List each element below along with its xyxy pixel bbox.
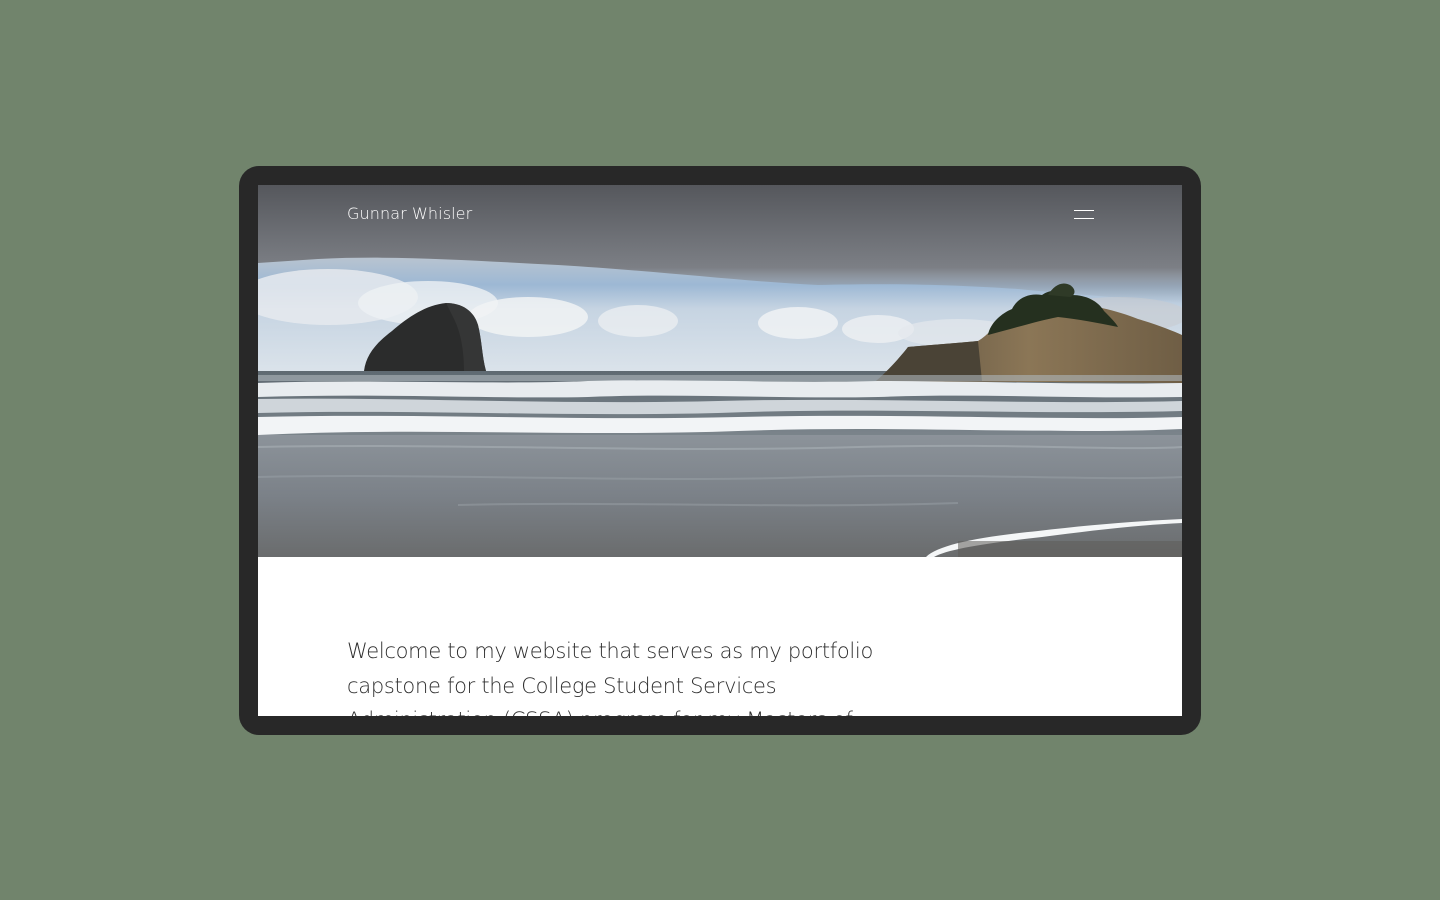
menu-button[interactable] <box>1068 205 1100 225</box>
main-content: Welcome to my website that serves as my … <box>258 557 1182 716</box>
hero-photo <box>258 185 1182 557</box>
hamburger-menu-icon <box>1074 210 1094 211</box>
hamburger-menu-icon-line <box>1074 218 1094 219</box>
device-frame: Gunnar Whisler Welcome to my website tha… <box>239 166 1201 735</box>
browser-viewport: Gunnar Whisler Welcome to my website tha… <box>258 185 1182 716</box>
site-title[interactable]: Gunnar Whisler <box>347 204 472 223</box>
hero-banner: Gunnar Whisler <box>258 185 1182 557</box>
intro-paragraph: Welcome to my website that serves as my … <box>347 639 874 716</box>
